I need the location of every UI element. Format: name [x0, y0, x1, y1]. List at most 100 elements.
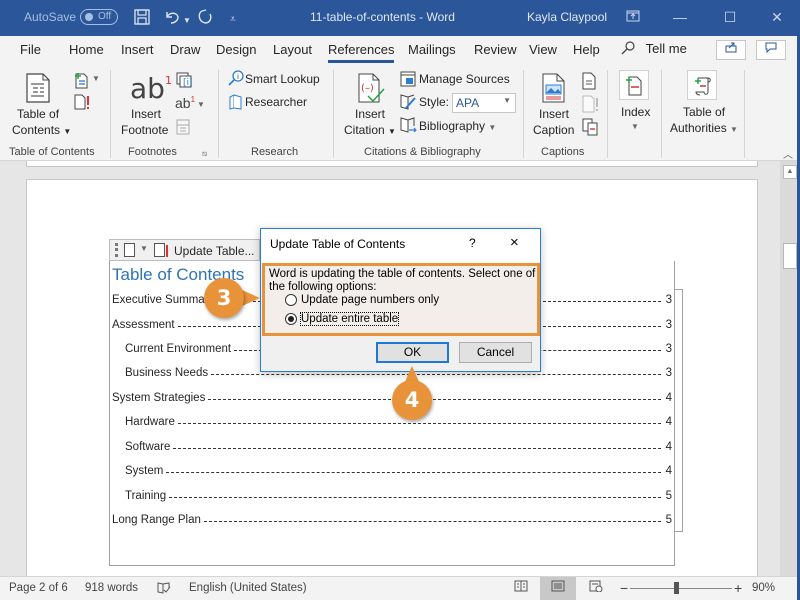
toc-button-label-1[interactable]: Table of	[17, 107, 59, 121]
undo-icon[interactable]	[163, 8, 181, 31]
share-button[interactable]	[716, 40, 746, 60]
add-text-icon[interactable]	[73, 71, 89, 92]
zoom-in-button[interactable]: +	[734, 580, 742, 596]
ok-button[interactable]: OK	[376, 342, 449, 363]
insert-footnote-icon[interactable]: ab1	[130, 72, 172, 105]
researcher-icon[interactable]	[228, 94, 244, 113]
insert-caption-icon[interactable]	[541, 72, 567, 107]
word-count[interactable]: 918 words	[85, 582, 138, 594]
toc-page-number: 4	[665, 465, 672, 477]
language[interactable]: English (United States)	[189, 582, 307, 594]
footnotes-dialog-launcher-icon[interactable]: ⧅	[202, 149, 207, 159]
tab-layout[interactable]: Layout	[273, 42, 312, 57]
option-update-entire-table[interactable]: Update entire table	[285, 312, 400, 326]
collapse-ribbon-icon[interactable]: ︿	[783, 146, 793, 161]
show-notes-icon[interactable]	[176, 119, 190, 138]
update-table-button[interactable]: Update Table...	[174, 244, 255, 258]
toc-entry[interactable]: Long Range Plan 5	[112, 510, 672, 526]
cancel-button[interactable]: Cancel	[459, 342, 532, 363]
customize-qat-icon[interactable]: ⩡	[230, 11, 236, 29]
bibliography-icon[interactable]	[400, 117, 418, 136]
option-update-page-numbers[interactable]: Update page numbers only	[285, 294, 439, 306]
scroll-thumb[interactable]	[783, 243, 797, 269]
save-icon[interactable]	[133, 8, 151, 31]
update-table-icon[interactable]	[73, 93, 91, 114]
mark-entry-button[interactable]	[619, 70, 649, 100]
tab-file[interactable]: File	[20, 42, 41, 57]
page-count[interactable]: Page 2 of 6	[9, 582, 68, 594]
researcher-button[interactable]: Researcher	[245, 95, 307, 109]
read-mode-icon[interactable]	[503, 577, 539, 600]
tab-draw[interactable]: Draw	[170, 42, 200, 57]
toc-button-label-2[interactable]: Contents ▼	[12, 123, 71, 137]
insert-footnote-label-2[interactable]: Footnote	[121, 123, 168, 137]
redo-icon[interactable]	[196, 8, 214, 31]
tab-home[interactable]: Home	[69, 42, 104, 57]
ribbon-display-icon[interactable]	[618, 6, 648, 28]
toc-entry-text: System Strategies	[112, 392, 206, 404]
next-footnote-icon[interactable]: ab1	[175, 95, 195, 111]
manage-sources-button[interactable]: Manage Sources	[419, 72, 510, 86]
web-layout-icon[interactable]	[578, 577, 614, 600]
zoom-slider[interactable]	[630, 588, 732, 589]
radio-page-numbers-only[interactable]	[285, 294, 297, 306]
tab-review[interactable]: Review	[474, 42, 517, 57]
table-of-authorities-label-2[interactable]: Authorities ▼	[670, 121, 738, 135]
help-icon[interactable]: ?	[469, 236, 476, 250]
index-dropdown-icon[interactable]: ▼	[631, 122, 639, 131]
tab-view[interactable]: View	[529, 42, 557, 57]
drag-handle-icon[interactable]	[115, 243, 118, 257]
manage-sources-icon[interactable]	[400, 71, 416, 90]
toc-entry[interactable]: Training 5	[125, 486, 672, 502]
cross-reference-icon[interactable]	[582, 118, 598, 139]
autosave-toggle[interactable]: Off	[80, 9, 118, 25]
user-name[interactable]: Kayla Claypool	[527, 10, 607, 24]
toc-entry[interactable]: Software 4	[125, 437, 672, 453]
maximize-icon[interactable]: ☐	[715, 6, 745, 28]
close-icon[interactable]: ×	[510, 234, 519, 251]
tab-insert[interactable]: Insert	[121, 42, 154, 57]
zoom-slider-thumb[interactable]	[674, 582, 679, 594]
update-table-icon[interactable]	[154, 243, 168, 257]
toc-entry[interactable]: System 4	[125, 461, 672, 477]
toc-options-icon[interactable]	[124, 243, 135, 257]
next-footnote-dropdown-icon[interactable]: ▼	[197, 100, 205, 109]
minimize-icon[interactable]: —	[665, 6, 695, 28]
citation-style-select[interactable]: APA ▼	[452, 93, 516, 113]
smart-lookup-icon[interactable]: i	[228, 70, 244, 89]
close-icon[interactable]: ✕	[762, 6, 792, 28]
tell-me-label: Tell me	[645, 41, 687, 56]
insert-caption-label-2[interactable]: Caption	[533, 123, 574, 137]
chevron-down-icon[interactable]: ▼	[140, 244, 148, 253]
zoom-level[interactable]: 90%	[752, 582, 775, 594]
tab-references[interactable]: References	[328, 42, 395, 63]
tab-design[interactable]: Design	[216, 42, 256, 57]
insert-caption-label-1[interactable]: Insert	[539, 107, 569, 121]
table-of-authorities-label-1[interactable]: Table of	[683, 105, 725, 119]
insert-citation-icon[interactable]: (–)	[356, 72, 386, 107]
smart-lookup-button[interactable]: Smart Lookup	[245, 72, 320, 86]
scroll-up-icon[interactable]: ▲	[783, 165, 797, 179]
insert-citation-label-1[interactable]: Insert	[355, 107, 385, 121]
comments-button[interactable]	[756, 40, 786, 60]
table-of-contents-icon[interactable]	[24, 72, 52, 107]
add-text-dropdown-icon[interactable]: ▼	[92, 74, 100, 83]
toc-leader	[203, 521, 661, 522]
tell-me-search[interactable]: Tell me	[620, 41, 687, 56]
insert-table-of-figures-icon[interactable]	[582, 72, 596, 93]
insert-citation-label-2[interactable]: Citation ▼	[344, 123, 396, 137]
mark-citation-button[interactable]	[687, 70, 717, 100]
insert-footnote-label-1[interactable]: Insert	[131, 107, 161, 121]
zoom-out-button[interactable]: −	[620, 580, 628, 596]
print-layout-icon[interactable]	[540, 577, 576, 600]
radio-entire-table[interactable]	[285, 313, 297, 325]
undo-dropdown-icon[interactable]: ▼	[183, 12, 191, 30]
tab-mailings[interactable]: Mailings	[408, 42, 456, 57]
tab-help[interactable]: Help	[573, 42, 600, 57]
update-table-of-figures-icon[interactable]	[582, 95, 600, 116]
dialog-title-bar[interactable]: Update Table of Contents ? ×	[261, 229, 540, 263]
proofing-icon[interactable]	[157, 582, 171, 597]
index-label[interactable]: Index	[621, 105, 650, 119]
insert-endnote-icon[interactable]: [i]	[175, 72, 193, 91]
bibliography-button[interactable]: Bibliography ▼	[419, 119, 496, 133]
